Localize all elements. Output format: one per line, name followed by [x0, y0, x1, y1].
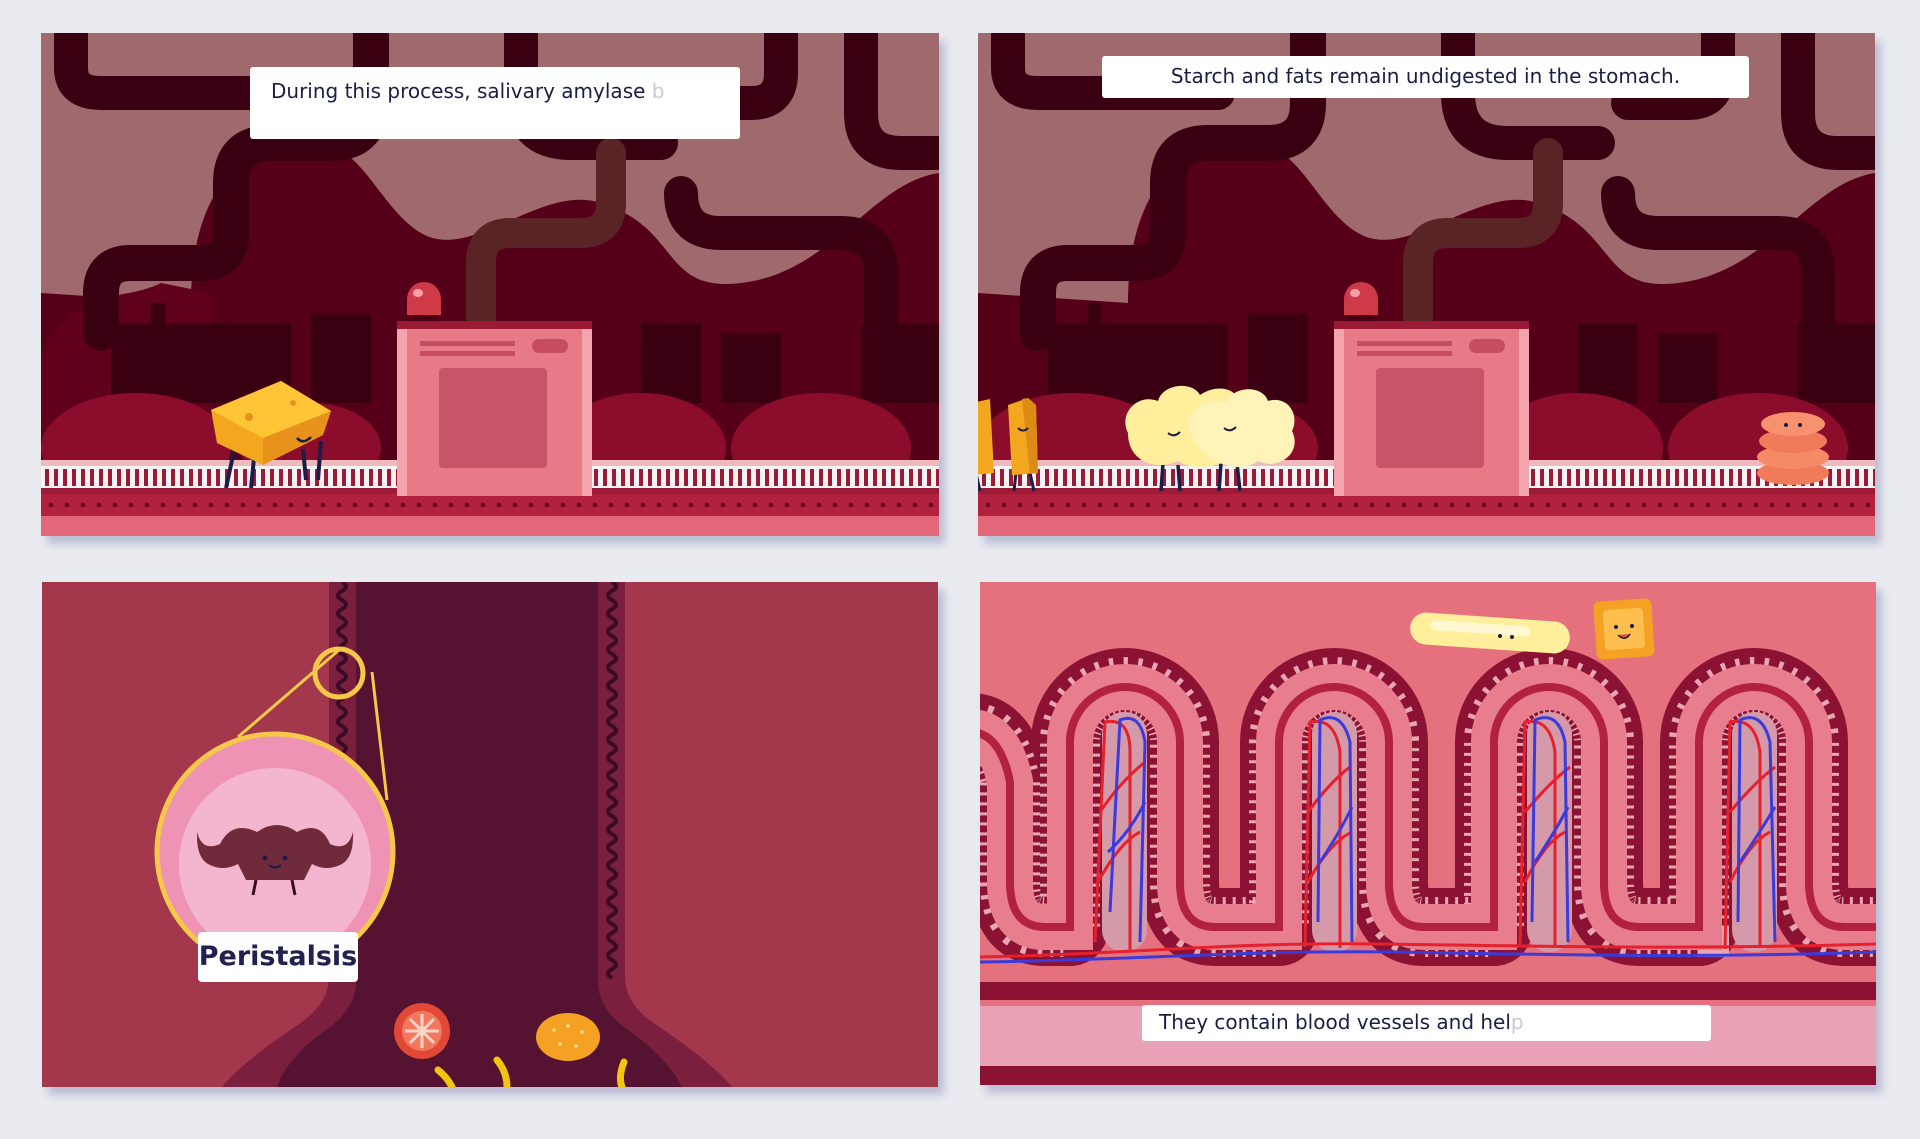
esophagus-scene-panel: Peristalsis — [42, 582, 938, 1087]
caption-text-pending: b — [651, 79, 665, 103]
subtitle-caption: Starch and fats remain undigested in the… — [1102, 56, 1749, 98]
orange-character — [536, 1013, 600, 1061]
esophagus-illustration — [42, 582, 938, 1087]
stomach-scene-illustration — [978, 33, 1875, 536]
glucose-cube-character — [1593, 598, 1655, 660]
caption-text: During this process, salivary amylase — [271, 79, 646, 103]
caption-text-pending: p — [1510, 1010, 1524, 1034]
subtitle-caption: They contain blood vessels and help — [1142, 1005, 1711, 1041]
shrimp-stack-character — [1757, 412, 1829, 485]
tomato-slice-character — [394, 1003, 450, 1059]
caption-text: Starch and fats remain undigested in the… — [1170, 64, 1681, 88]
stomach-scene-panel-1: During this process, salivary amylase b — [41, 33, 939, 536]
peristalsis-label: Peristalsis — [198, 932, 358, 982]
caption-text: They contain blood vessels and hel — [1159, 1010, 1511, 1034]
villi-scene-panel: They contain blood vessels and help — [980, 582, 1876, 1085]
subtitle-caption: During this process, salivary amylase b — [250, 67, 740, 139]
stomach-scene-panel-2: Starch and fats remain undigested in the… — [978, 33, 1875, 536]
